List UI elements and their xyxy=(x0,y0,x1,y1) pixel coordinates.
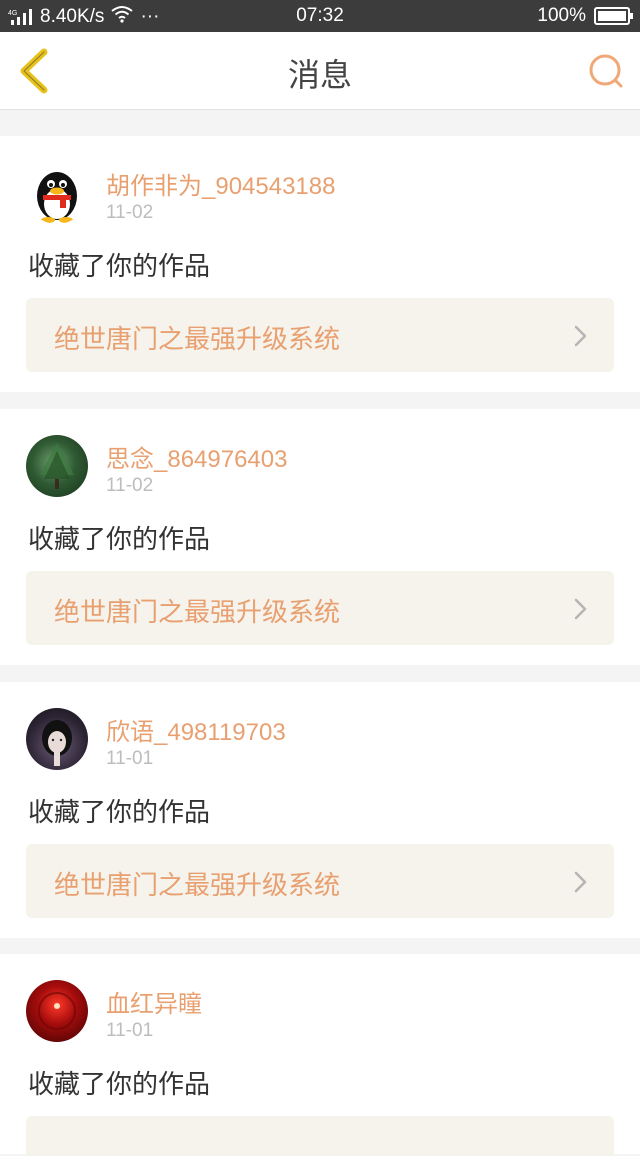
message-date: 11-01 xyxy=(106,748,154,769)
message-card[interactable]: 欣语_498119703 11-01 收藏了你的作品 绝世唐门之最强升级系统 xyxy=(0,682,640,938)
avatar[interactable] xyxy=(26,980,88,1042)
message-date: 11-02 xyxy=(106,475,154,496)
chevron-right-icon xyxy=(574,325,587,347)
message-card[interactable]: 血红异瞳 11-01 收藏了你的作品 xyxy=(0,954,640,1156)
message-action-text: 收藏了你的作品 xyxy=(28,798,211,828)
work-title: 绝世唐门之最强升级系统 xyxy=(54,598,341,628)
message-date: 11-01 xyxy=(106,1020,154,1041)
chevron-right-icon xyxy=(574,598,587,620)
message-card[interactable]: 胡作非为_904543188 11-02 收藏了你的作品 绝世唐门之最强升级系统 xyxy=(0,136,640,392)
battery-percent: 100% xyxy=(537,5,586,26)
battery-icon xyxy=(594,7,633,25)
red-eye-avatar-icon xyxy=(38,992,76,1030)
username[interactable]: 胡作非为_904543188 xyxy=(106,166,335,201)
work-link[interactable]: 绝世唐门之最强升级系统 xyxy=(26,571,614,645)
avatar[interactable] xyxy=(26,435,88,497)
tree-avatar-icon xyxy=(40,443,74,489)
message-action-text: 收藏了你的作品 xyxy=(28,525,211,555)
message-date: 11-02 xyxy=(106,202,154,223)
username[interactable]: 血红异瞳 xyxy=(106,984,202,1019)
search-button[interactable] xyxy=(586,52,626,92)
top-nav-bar: 消息 xyxy=(0,32,640,110)
work-title: 绝世唐门之最强升级系统 xyxy=(54,871,341,901)
status-bar: 4G 8.40K/s ··· 07:32 100% xyxy=(0,0,640,32)
work-link[interactable]: 绝世唐门之最强升级系统 xyxy=(26,844,614,918)
penguin-avatar-icon xyxy=(37,172,77,223)
avatar[interactable] xyxy=(26,162,88,224)
person-avatar-icon xyxy=(42,720,72,766)
username[interactable]: 欣语_498119703 xyxy=(106,712,286,747)
message-action-text: 收藏了你的作品 xyxy=(28,1070,211,1100)
work-link[interactable] xyxy=(26,1116,614,1156)
work-title: 绝世唐门之最强升级系统 xyxy=(54,325,341,355)
chevron-right-icon xyxy=(574,871,587,893)
search-icon xyxy=(589,54,623,88)
message-action-text: 收藏了你的作品 xyxy=(28,252,211,282)
work-link[interactable]: 绝世唐门之最强升级系统 xyxy=(26,298,614,372)
username[interactable]: 思念_864976403 xyxy=(106,439,287,474)
message-card[interactable]: 思念_864976403 11-02 收藏了你的作品 绝世唐门之最强升级系统 xyxy=(0,409,640,665)
avatar[interactable] xyxy=(26,708,88,770)
page-title: 消息 xyxy=(287,56,352,94)
